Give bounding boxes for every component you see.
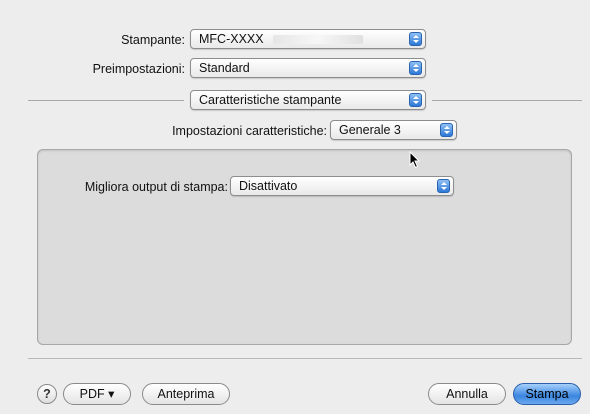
popup-arrows-icon — [437, 179, 450, 193]
feature-sets-label: Impostazioni caratteristiche: — [172, 124, 327, 138]
feature-sets-popup[interactable]: Generale 3 — [330, 120, 457, 140]
separator-left — [28, 100, 184, 101]
popup-arrows-icon — [409, 61, 422, 75]
improve-output-label: Migliora output di stampa: — [84, 180, 228, 194]
separator-right — [432, 100, 582, 101]
redacted-area — [273, 35, 363, 44]
help-button[interactable]: ? — [37, 384, 57, 404]
section-value: Caratteristiche stampante — [199, 93, 342, 107]
popup-arrows-icon — [409, 93, 422, 107]
pdf-button[interactable]: PDF ▾ — [63, 383, 131, 405]
print-button[interactable]: Stampa — [513, 383, 581, 405]
improve-output-value: Disattivato — [239, 179, 298, 193]
printer-label: Stampante: — [121, 33, 185, 47]
section-popup[interactable]: Caratteristiche stampante — [190, 90, 426, 110]
popup-arrows-icon — [409, 32, 422, 46]
preview-button[interactable]: Anteprima — [142, 383, 230, 405]
mouse-cursor-icon — [409, 151, 421, 169]
bottom-separator — [28, 358, 582, 359]
printer-popup[interactable]: MFC-XXXX — [190, 29, 426, 49]
presets-popup[interactable]: Standard — [190, 58, 426, 78]
popup-arrows-icon — [440, 123, 453, 137]
improve-output-popup[interactable]: Disattivato — [230, 176, 454, 196]
presets-label: Preimpostazioni: — [92, 62, 185, 76]
feature-sets-value: Generale 3 — [339, 123, 401, 137]
presets-value: Standard — [199, 61, 250, 75]
cancel-button[interactable]: Annulla — [428, 383, 506, 405]
printer-value: MFC-XXXX — [199, 32, 264, 46]
